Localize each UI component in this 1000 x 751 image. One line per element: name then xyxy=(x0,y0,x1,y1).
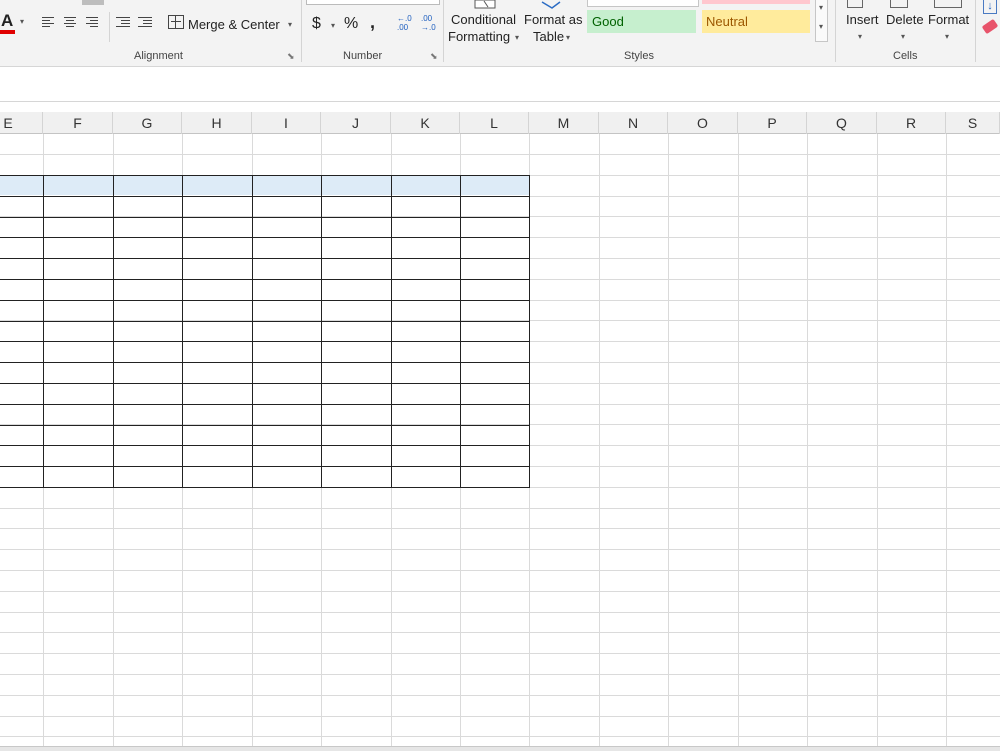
column-header-s[interactable]: S xyxy=(946,112,1000,134)
format-as-table-label-2: Table xyxy=(533,29,565,44)
style-normal[interactable] xyxy=(587,0,699,7)
gallery-more-icon[interactable]: ▾ xyxy=(819,22,823,31)
column-header-e[interactable]: E xyxy=(0,112,43,134)
column-header-i[interactable]: I xyxy=(252,112,321,134)
column-header-f[interactable]: F xyxy=(43,112,113,134)
conditional-formatting-label-2: Formatting xyxy=(448,29,511,44)
increase-decimal-button[interactable]: ←.0 .00 xyxy=(397,14,412,32)
styles-gallery-scroll[interactable]: ▾ ▾ xyxy=(815,0,828,42)
separator xyxy=(301,0,302,62)
alignment-group-label: Alignment xyxy=(134,50,183,62)
conditional-formatting-label-1: Conditional xyxy=(451,12,517,27)
column-headers: EFGHIJKLMNOPQRS xyxy=(0,112,1000,134)
number-format-select[interactable] xyxy=(306,0,440,5)
format-as-table-dropdown-icon: ▾ xyxy=(566,33,571,42)
style-good[interactable]: Good xyxy=(587,10,696,33)
currency-dropdown-icon[interactable]: ▾ xyxy=(331,21,335,30)
decrease-indent-icon[interactable] xyxy=(116,17,130,29)
worksheet-grid[interactable]: EFGHIJKLMNOPQRS xyxy=(0,112,1000,747)
styles-group-label: Styles xyxy=(624,50,654,62)
separator xyxy=(443,0,444,62)
insert-cells-icon xyxy=(847,0,863,8)
comma-style-button[interactable]: , xyxy=(370,12,375,33)
table-header-row[interactable] xyxy=(0,175,529,195)
style-bad[interactable] xyxy=(702,0,810,4)
clear-eraser-icon[interactable] xyxy=(981,18,999,35)
fill-down-icon[interactable]: ↓ xyxy=(983,0,997,14)
wrap-text-icon[interactable] xyxy=(82,0,104,5)
column-header-k[interactable]: K xyxy=(391,112,460,134)
merge-dropdown-icon[interactable]: ▾ xyxy=(288,20,292,29)
decrease-decimal-button[interactable]: .00 →.0 xyxy=(421,14,436,32)
separator xyxy=(109,12,110,42)
increase-indent-icon[interactable] xyxy=(138,17,152,29)
ribbon: A ▾ Merge & Center ▾ Alignment ⬊ $ ▾ % ,… xyxy=(0,0,1000,67)
column-header-m[interactable]: M xyxy=(529,112,599,134)
currency-button[interactable]: $ xyxy=(312,15,321,33)
align-right-icon[interactable] xyxy=(86,17,100,29)
conditional-formatting-dropdown-icon: ▾ xyxy=(515,33,520,42)
column-header-l[interactable]: L xyxy=(460,112,529,134)
separator xyxy=(975,0,976,62)
style-neutral[interactable]: Neutral xyxy=(702,10,810,33)
merge-center-label: Merge & Center xyxy=(188,17,280,32)
merge-cells-icon xyxy=(168,15,184,29)
cells-group-label: Cells xyxy=(893,50,918,62)
sheet-tabs-bar[interactable] xyxy=(0,746,1000,751)
delete-button[interactable]: Delete xyxy=(886,12,924,27)
insert-button[interactable]: Insert xyxy=(846,12,879,27)
format-cells-icon xyxy=(934,0,962,8)
column-header-h[interactable]: H xyxy=(182,112,252,134)
font-color-swatch xyxy=(0,30,15,34)
align-center-icon[interactable] xyxy=(64,17,78,29)
percent-button[interactable]: % xyxy=(344,15,358,33)
conditional-formatting-icon xyxy=(474,0,496,9)
insert-dropdown-icon[interactable]: ▾ xyxy=(858,32,862,41)
format-dropdown-icon[interactable]: ▾ xyxy=(945,32,949,41)
format-as-table-label-1: Format as xyxy=(524,12,583,27)
number-group-label: Number xyxy=(343,50,383,62)
number-launcher-icon[interactable]: ⬊ xyxy=(430,51,438,62)
gallery-down-icon[interactable]: ▾ xyxy=(819,3,823,12)
delete-cells-icon xyxy=(890,0,908,8)
formula-bar[interactable] xyxy=(0,67,1000,102)
column-header-o[interactable]: O xyxy=(668,112,738,134)
font-color-dropdown-icon[interactable]: ▾ xyxy=(20,17,24,26)
separator xyxy=(835,0,836,62)
alignment-launcher-icon[interactable]: ⬊ xyxy=(287,51,295,62)
column-header-g[interactable]: G xyxy=(113,112,182,134)
column-header-q[interactable]: Q xyxy=(807,112,877,134)
format-button[interactable]: Format xyxy=(928,12,969,27)
delete-dropdown-icon[interactable]: ▾ xyxy=(901,32,905,41)
column-header-n[interactable]: N xyxy=(599,112,668,134)
format-as-table-icon xyxy=(541,1,561,9)
column-header-r[interactable]: R xyxy=(877,112,946,134)
align-left-icon[interactable] xyxy=(42,17,56,29)
font-color-icon: A xyxy=(1,11,14,30)
column-header-p[interactable]: P xyxy=(738,112,807,134)
column-header-j[interactable]: J xyxy=(321,112,391,134)
